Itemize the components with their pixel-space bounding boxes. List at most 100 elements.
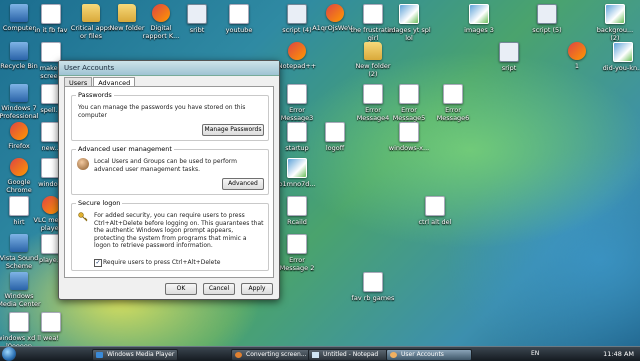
script-icon bbox=[187, 4, 207, 24]
desktop-icon[interactable]: Error Message3 bbox=[274, 84, 320, 122]
apply-button[interactable]: Apply bbox=[241, 283, 273, 295]
script-icon bbox=[287, 4, 307, 24]
desktop-icon[interactable]: Error Message6 bbox=[430, 84, 476, 122]
taskbar: Windows Media Player Converting screen..… bbox=[0, 346, 640, 361]
desktop-icon-label: sribt bbox=[189, 26, 205, 34]
folder-icon bbox=[82, 4, 100, 22]
desktop-icon[interactable]: New folder (2) bbox=[350, 42, 396, 78]
blue-icon bbox=[10, 272, 28, 290]
advanced-panel: Passwords You can manage the passwords y… bbox=[64, 86, 274, 278]
cancel-button[interactable]: Cancel bbox=[203, 283, 235, 295]
desktop-icon-label: b1mno7d... bbox=[278, 180, 316, 188]
doc-icon bbox=[287, 234, 307, 254]
desktop-icon-label: Error Message3 bbox=[280, 106, 314, 122]
img-icon bbox=[469, 4, 489, 24]
secure-logon-heading: Secure logon bbox=[76, 199, 123, 207]
doc-icon bbox=[41, 42, 61, 62]
manage-passwords-button[interactable]: Manage Passwords bbox=[202, 124, 264, 136]
desktop-icon[interactable]: ctrl alt del bbox=[412, 196, 458, 226]
passwords-group: Passwords You can manage the passwords y… bbox=[71, 91, 269, 141]
desktop-icon[interactable]: sript bbox=[486, 42, 532, 72]
folder-icon bbox=[118, 4, 136, 22]
advanced-button[interactable]: Advanced bbox=[222, 178, 264, 190]
desktop-icon[interactable]: logoff bbox=[312, 122, 358, 152]
desktop-icon-label: images 3 bbox=[464, 26, 494, 34]
key-icon bbox=[78, 212, 88, 222]
desktop-icon[interactable]: Notepad++ bbox=[274, 42, 320, 70]
doc-icon bbox=[287, 84, 307, 104]
desktop-icon-label: 1 bbox=[574, 62, 580, 70]
desktop-icon-label: youtube bbox=[225, 26, 253, 34]
doc-icon bbox=[363, 84, 383, 104]
desktop-icon[interactable]: Error Message 2 bbox=[274, 234, 320, 272]
taskbar-item-converting[interactable]: Converting screen... bbox=[231, 349, 317, 361]
app-icon bbox=[152, 4, 170, 22]
clock[interactable]: 11:48 AM bbox=[603, 349, 634, 359]
app-icon bbox=[10, 158, 28, 176]
media-player-icon bbox=[96, 352, 103, 358]
desktop-icon[interactable]: wea! bbox=[28, 312, 74, 342]
checkmark-icon: ✓ bbox=[95, 259, 101, 266]
start-button[interactable] bbox=[2, 347, 16, 361]
doc-icon bbox=[399, 84, 419, 104]
desktop-icon-label: fav rb games bbox=[351, 294, 395, 302]
desktop-icon-label: Notepad++ bbox=[277, 62, 317, 70]
desktop-icon[interactable]: backgrou... (2) bbox=[592, 4, 638, 42]
taskbar-item-user-accounts[interactable]: User Accounts bbox=[386, 349, 472, 361]
language-indicator[interactable]: EN bbox=[531, 349, 539, 359]
doc-icon bbox=[425, 196, 445, 216]
desktop-icon-label: wea! bbox=[43, 334, 59, 342]
desktop-icon[interactable]: Windows Media Center bbox=[0, 272, 42, 308]
doc-icon bbox=[399, 122, 419, 142]
desktop-icon[interactable]: Error Message5 bbox=[386, 84, 432, 122]
desktop-icon-label: Error Message 2 bbox=[279, 256, 315, 272]
script-icon bbox=[537, 4, 557, 24]
desktop-icon[interactable]: script (5) bbox=[524, 4, 570, 34]
secure-logon-group: Secure logon For added security, you can… bbox=[71, 199, 269, 271]
desktop-icon[interactable]: Rcaild bbox=[274, 196, 320, 226]
desktop-icon-label: logoff bbox=[325, 144, 345, 152]
desktop-icon[interactable]: windows-x... bbox=[386, 122, 432, 152]
desktop-icon-label: sript bbox=[501, 64, 517, 72]
doc-icon bbox=[287, 122, 307, 142]
advanced-text: Local Users and Groups can be used to pe… bbox=[94, 158, 237, 173]
user-accounts-dialog: User Accounts Users Advanced Passwords Y… bbox=[58, 60, 280, 300]
doc-icon bbox=[229, 4, 249, 24]
require-ctrl-alt-del-label[interactable]: Require users to press Ctrl+Alt+Delete bbox=[103, 259, 263, 267]
desktop-icon-label: backgrou... (2) bbox=[596, 26, 634, 42]
advanced-group: Advanced user management Local Users and… bbox=[71, 145, 269, 195]
advanced-heading: Advanced user management bbox=[76, 145, 174, 153]
app-icon bbox=[10, 122, 28, 140]
doc-icon bbox=[41, 312, 61, 332]
dialog-title[interactable]: User Accounts bbox=[59, 61, 279, 76]
taskbar-item-media-player[interactable]: Windows Media Player bbox=[92, 349, 178, 361]
desktop-icon[interactable]: sribt bbox=[174, 4, 220, 34]
taskbar-item-notepad[interactable]: Untitled - Notepad bbox=[308, 349, 396, 361]
desktop-icon[interactable]: b1mno7d... bbox=[274, 158, 320, 188]
blue-icon bbox=[10, 234, 28, 252]
doc-icon bbox=[9, 312, 29, 332]
desktop-icon-label: windows-x... bbox=[388, 144, 430, 152]
desktop-icon-label: ctrl alt del bbox=[418, 218, 452, 226]
doc-icon bbox=[363, 272, 383, 292]
ok-button[interactable]: OK bbox=[165, 283, 197, 295]
require-ctrl-alt-del-checkbox[interactable]: ✓ bbox=[94, 259, 102, 267]
doc-icon bbox=[363, 4, 383, 24]
img-icon bbox=[605, 4, 625, 24]
desktop-icon[interactable]: images yt spl lol bbox=[386, 4, 432, 42]
secure-logon-text: For added security, you can require user… bbox=[94, 212, 264, 249]
desktop-icon[interactable]: images 3 bbox=[456, 4, 502, 34]
desktop-icon[interactable]: 1 bbox=[554, 42, 600, 70]
desktop-icon[interactable]: did-you-kn... bbox=[600, 42, 640, 72]
desktop-icon[interactable]: fav rb games bbox=[350, 272, 396, 302]
blue-icon bbox=[10, 42, 28, 60]
app-icon bbox=[288, 42, 306, 60]
passwords-heading: Passwords bbox=[76, 91, 114, 99]
desktop-icon-label: Windows Media Center bbox=[0, 292, 41, 308]
doc-icon bbox=[443, 84, 463, 104]
desktop-icon[interactable]: youtube bbox=[216, 4, 262, 34]
img-icon bbox=[287, 158, 307, 178]
doc-icon bbox=[41, 4, 61, 24]
img-icon bbox=[399, 4, 419, 24]
converter-icon bbox=[235, 352, 242, 358]
